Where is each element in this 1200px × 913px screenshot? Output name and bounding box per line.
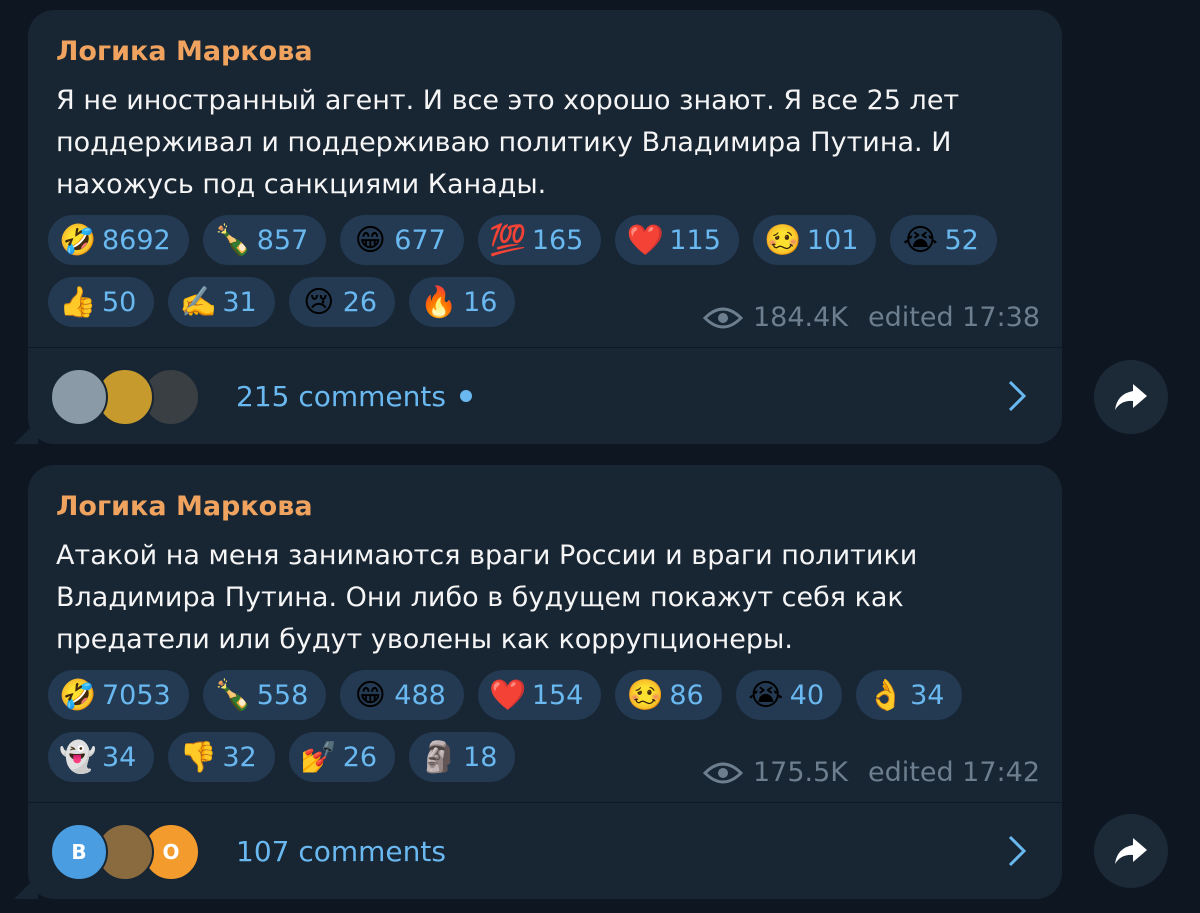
reaction-count: 857 xyxy=(256,224,309,256)
reaction-chip[interactable]: ✍️ 31 xyxy=(168,277,275,327)
fire-icon: 🔥 xyxy=(420,284,458,320)
post-meta: 184.4K edited 17:38 xyxy=(703,302,1040,333)
reaction-chip[interactable]: 👻 34 xyxy=(48,732,155,782)
comments-button[interactable]: BO 107 comments xyxy=(28,803,1062,899)
reaction-count: 86 xyxy=(669,679,704,711)
chevron-right-icon xyxy=(1008,380,1027,412)
ghost-icon: 👻 xyxy=(59,739,97,775)
sob-icon: 😭 xyxy=(902,222,938,258)
reaction-count: 50 xyxy=(102,286,137,318)
avatar: B xyxy=(50,823,108,881)
heart-icon: ❤️ xyxy=(626,222,665,258)
reaction-count: 26 xyxy=(342,741,378,773)
reaction-count: 8692 xyxy=(102,224,171,256)
reaction-count: 52 xyxy=(944,224,979,256)
edited-time: edited 17:42 xyxy=(868,757,1040,788)
reaction-count: 34 xyxy=(910,679,945,711)
commenter-avatars xyxy=(50,368,210,426)
comments-count: 215 comments xyxy=(236,379,446,413)
reaction-count: 488 xyxy=(394,679,446,711)
share-arrow-icon xyxy=(1115,384,1147,410)
reaction-row: 🤣 8692 🍾 857 😁 677 💯 165 ❤️ 115 🥴 101 😭 52 xyxy=(48,215,1048,265)
commenter-avatars: BO xyxy=(50,823,210,881)
share-button[interactable] xyxy=(1094,814,1168,888)
post-text: Я не иностранный агент. И все это хорошо… xyxy=(56,85,960,200)
heart-icon: ❤️ xyxy=(489,677,527,713)
comments-count: 107 comments xyxy=(236,834,446,868)
channel-post: Логика Маркова Атакой на меня занимаются… xyxy=(14,465,1062,899)
reaction-chip[interactable]: 🤣 8692 xyxy=(48,215,189,265)
comments-button[interactable]: 215 comments xyxy=(28,348,1062,444)
ok-hand-icon: 👌 xyxy=(867,677,905,713)
reaction-chip[interactable]: ❤️ 115 xyxy=(615,215,739,265)
reaction-count: 165 xyxy=(531,224,584,256)
reaction-chip[interactable]: 🍾 558 xyxy=(202,670,327,720)
reaction-count: 16 xyxy=(463,286,498,318)
reaction-count: 40 xyxy=(789,679,825,711)
reaction-chip[interactable]: 👎 32 xyxy=(168,732,275,782)
reaction-chip[interactable]: 💯 165 xyxy=(477,215,602,265)
reaction-count: 32 xyxy=(222,741,257,773)
reaction-count: 558 xyxy=(256,679,309,711)
sob-icon: 😭 xyxy=(748,677,784,713)
grin-icon: 😁 xyxy=(354,677,386,713)
reaction-chip[interactable]: 👍 50 xyxy=(48,277,155,327)
post-author[interactable]: Логика Маркова xyxy=(56,491,313,522)
reaction-count: 154 xyxy=(531,679,584,711)
woozy-icon: 🥴 xyxy=(764,222,802,258)
reaction-count: 31 xyxy=(222,286,257,318)
reaction-chip[interactable]: 🗿 18 xyxy=(409,732,516,782)
reaction-chip[interactable]: 💅 26 xyxy=(288,732,396,782)
share-button[interactable] xyxy=(1094,360,1168,434)
rofl-icon: 🤣 xyxy=(59,677,97,713)
moai-icon: 🗿 xyxy=(420,739,458,775)
cry-icon: 😢 xyxy=(303,284,335,320)
unread-dot xyxy=(459,390,472,402)
reaction-chip[interactable]: ❤️ 154 xyxy=(477,670,602,720)
edited-time: edited 17:38 xyxy=(868,302,1040,333)
reaction-chip[interactable]: 🥴 86 xyxy=(615,670,722,720)
reaction-count: 115 xyxy=(669,224,721,256)
eye-icon xyxy=(703,307,743,328)
reaction-count: 7053 xyxy=(102,679,171,711)
reaction-chip[interactable]: 😢 26 xyxy=(288,277,396,327)
reaction-chip[interactable]: 🔥 16 xyxy=(409,277,516,327)
hundred-icon: 💯 xyxy=(489,222,527,258)
view-count: 175.5K xyxy=(753,757,849,788)
nail-polish-icon: 💅 xyxy=(300,739,338,775)
post-text: Атакой на меня занимаются враги России и… xyxy=(56,540,918,655)
chevron-right-icon xyxy=(1008,835,1027,867)
reaction-chip[interactable]: 😭 40 xyxy=(735,670,843,720)
writing-hand-icon: ✍️ xyxy=(179,284,218,320)
share-arrow-icon xyxy=(1115,838,1147,864)
post-meta: 175.5K edited 17:42 xyxy=(703,757,1040,788)
channel-post: Логика Маркова Я не иностранный агент. И… xyxy=(14,10,1062,444)
champagne-icon: 🍾 xyxy=(214,222,252,258)
avatar xyxy=(50,368,108,426)
post-author[interactable]: Логика Маркова xyxy=(56,36,313,67)
reaction-count: 101 xyxy=(806,224,859,256)
reaction-chip[interactable]: 🥴 101 xyxy=(752,215,877,265)
reaction-chip[interactable]: 🤣 7053 xyxy=(48,670,189,720)
reaction-count: 26 xyxy=(342,286,378,318)
reaction-chip[interactable]: 😁 488 xyxy=(340,670,464,720)
champagne-icon: 🍾 xyxy=(214,677,252,713)
reaction-chip[interactable]: 😭 52 xyxy=(890,215,997,265)
reaction-row: 🤣 7053 🍾 558 😁 488 ❤️ 154 🥴 86 😭 40 👌 34 xyxy=(48,670,1048,720)
thumbs-up-icon: 👍 xyxy=(59,284,97,320)
grin-icon: 😁 xyxy=(354,222,386,258)
eye-icon xyxy=(703,762,743,783)
thumbs-down-icon: 👎 xyxy=(179,739,218,775)
reaction-chip[interactable]: 👌 34 xyxy=(856,670,963,720)
rofl-icon: 🤣 xyxy=(59,222,97,258)
reaction-count: 34 xyxy=(102,741,137,773)
woozy-icon: 🥴 xyxy=(626,677,665,713)
view-count: 184.4K xyxy=(753,302,849,333)
reaction-chip[interactable]: 🍾 857 xyxy=(202,215,327,265)
reaction-count: 18 xyxy=(463,741,498,773)
reaction-chip[interactable]: 😁 677 xyxy=(340,215,464,265)
reaction-count: 677 xyxy=(394,224,446,256)
